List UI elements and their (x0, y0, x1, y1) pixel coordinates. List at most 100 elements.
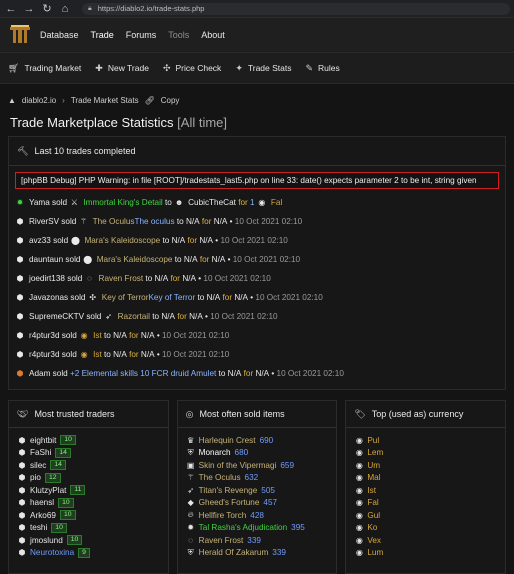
back-icon[interactable]: ← (4, 2, 18, 16)
trade-row: ⬢ r4ptur3d sold ◉ Ist to N/A for N/A • 1… (16, 331, 230, 340)
trade-item[interactable]: Ist (93, 350, 102, 359)
item-name[interactable]: The Oculus (199, 473, 241, 482)
item-icon: ➶ (105, 312, 112, 321)
trade-item[interactable]: +2 Elemental skills 10 FCR druid Amulet (70, 369, 216, 378)
trusted-row: ⬢ KlutzyPlat 11 (17, 484, 160, 497)
reload-icon[interactable]: ↻ (40, 2, 54, 16)
currency-name[interactable]: Lem (367, 448, 383, 457)
subnav-trading-market[interactable]: 🛒︎ Trading Market (8, 63, 81, 74)
currency-name[interactable]: Ko (367, 523, 377, 532)
item-name[interactable]: Hellfire Torch (199, 511, 247, 520)
item-count: 339 (247, 535, 261, 545)
trade-item[interactable]: The Oculus (93, 217, 135, 226)
trader-name[interactable]: KlutzyPlat (30, 486, 66, 495)
breadcrumb-site[interactable]: diablo2.io (22, 96, 56, 105)
trade-item-alt[interactable]: The oculus (134, 217, 174, 226)
item-icon: ▣ (186, 460, 195, 470)
currency-name[interactable]: Vex (367, 536, 381, 545)
trader-name[interactable]: pio (30, 473, 41, 482)
trade-currency[interactable]: Fal (271, 198, 282, 207)
item-name[interactable]: Tal Rasha's Adjudication (199, 523, 288, 532)
user-avatar-icon: ⬢ (18, 460, 26, 470)
rune-icon: ◉ (355, 435, 363, 445)
nav-tools[interactable]: Tools (168, 30, 189, 40)
trust-badge: 14 (55, 447, 71, 458)
trade-user[interactable]: r4ptur3d (29, 350, 60, 359)
breadcrumb-page[interactable]: Trade Market Stats (71, 96, 139, 105)
nav-forums[interactable]: Forums (126, 30, 157, 40)
trade-item[interactable]: Immortal King's Detail (83, 198, 162, 207)
nav-database[interactable]: Database (40, 30, 79, 40)
sold-row: ✹ Tal Rasha's Adjudication 395 (186, 522, 329, 535)
trade-item[interactable]: Key of Terror (102, 293, 149, 302)
item-name[interactable]: Titan's Revenge (199, 486, 258, 495)
trade-time: 10 Oct 2021 02:10 (220, 236, 288, 245)
trade-item[interactable]: Mara's Kaleidoscope (97, 255, 173, 264)
subnav-new-trade[interactable]: ✚ New Trade (95, 63, 149, 74)
site-logo-icon[interactable] (8, 24, 32, 46)
sold-row: ♛ Harlequin Crest 690 (186, 434, 329, 447)
trade-user[interactable]: Adam (29, 369, 50, 378)
home-icon[interactable]: ⌂ (58, 2, 72, 16)
user-avatar-icon: ⬢ (18, 435, 26, 445)
subnav-label: Rules (318, 63, 340, 73)
trader-name[interactable]: haensl (30, 498, 54, 507)
trade-item[interactable]: Razortail (118, 312, 150, 321)
subnav-trade-stats[interactable]: ✦ Trade Stats (235, 63, 291, 74)
trade-time: 10 Oct 2021 02:10 (161, 331, 230, 340)
trade-user[interactable]: r4ptur3d (29, 331, 60, 340)
breadcrumb-copy[interactable]: Copy (161, 96, 180, 105)
panel-header: 🤝︎ Most trusted traders (9, 401, 168, 428)
item-name[interactable]: Harlequin Crest (199, 436, 256, 445)
trader-name[interactable]: silec (30, 461, 46, 470)
currency-name[interactable]: Pul (367, 436, 379, 445)
trader-name[interactable]: teshi (30, 523, 47, 532)
item-count: 395 (291, 523, 305, 533)
forward-icon[interactable]: → (22, 2, 36, 16)
subnav-label: Trading Market (24, 63, 82, 73)
rune-icon: ◉ (355, 535, 363, 545)
trade-user[interactable]: SupremeCKTV (29, 312, 84, 321)
trade-user[interactable]: dauntaun (29, 255, 63, 264)
trader-name[interactable]: Arko69 (30, 511, 56, 520)
trader-name[interactable]: eightbit (30, 436, 56, 445)
user-avatar-icon: ⬢ (18, 535, 26, 545)
url-bar[interactable]: 🔒︎ https://diablo2.io/trade-stats.php (82, 2, 510, 15)
trade-user[interactable]: RiverSV (29, 217, 59, 226)
trade-row: ✹ Yama sold ⚔ Immortal King's Detail to … (16, 198, 283, 207)
item-icon: ◆ (187, 498, 194, 508)
trader-name[interactable]: FaShi (30, 448, 51, 457)
trade-item[interactable]: Mara's Kaleidoscope (84, 236, 160, 245)
price-check-icon: ✣ (162, 62, 171, 73)
trade-item[interactable]: Ist (93, 331, 102, 340)
currency-name[interactable]: Fal (367, 498, 378, 507)
trade-buyer: N/A (113, 350, 127, 359)
trade-buyer: N/A (183, 255, 198, 264)
item-count: 659 (280, 460, 295, 470)
currency-name[interactable]: Um (367, 461, 380, 470)
item-name[interactable]: Raven Frost (199, 536, 244, 545)
currency-name[interactable]: Mal (367, 473, 380, 482)
trade-buyer: N/A (185, 217, 200, 226)
user-icon: ☻ (174, 198, 184, 207)
trade-buyer[interactable]: CubicTheCat (188, 198, 236, 207)
subnav-price-check[interactable]: ✣ Price Check (163, 63, 221, 74)
nav-trade[interactable]: Trade (91, 30, 114, 40)
trade-user[interactable]: joedirt138 (29, 274, 65, 283)
item-name[interactable]: Skin of the Vipermagi (199, 461, 277, 470)
item-name[interactable]: Gheed's Fortune (199, 498, 260, 507)
trade-item-alt[interactable]: Key of Terror (148, 293, 195, 302)
page-title-range: [All time] (177, 115, 227, 130)
trade-item[interactable]: Raven Frost (99, 274, 144, 283)
currency-name[interactable]: Ist (367, 486, 376, 495)
subnav-rules[interactable]: ✎ Rules (305, 63, 339, 74)
nav-about[interactable]: About (201, 30, 225, 40)
trade-user[interactable]: Yama (29, 198, 50, 207)
item-name[interactable]: Monarch (199, 448, 231, 457)
trade-buyer: N/A (161, 312, 175, 321)
trade-user[interactable]: avz33 (29, 236, 51, 245)
copy-link-icon[interactable]: 🔗︎ (145, 96, 155, 105)
trader-name[interactable]: jmoslund (30, 536, 63, 545)
currency-name[interactable]: Gul (367, 511, 380, 520)
trade-user[interactable]: Javazonas (29, 293, 68, 302)
